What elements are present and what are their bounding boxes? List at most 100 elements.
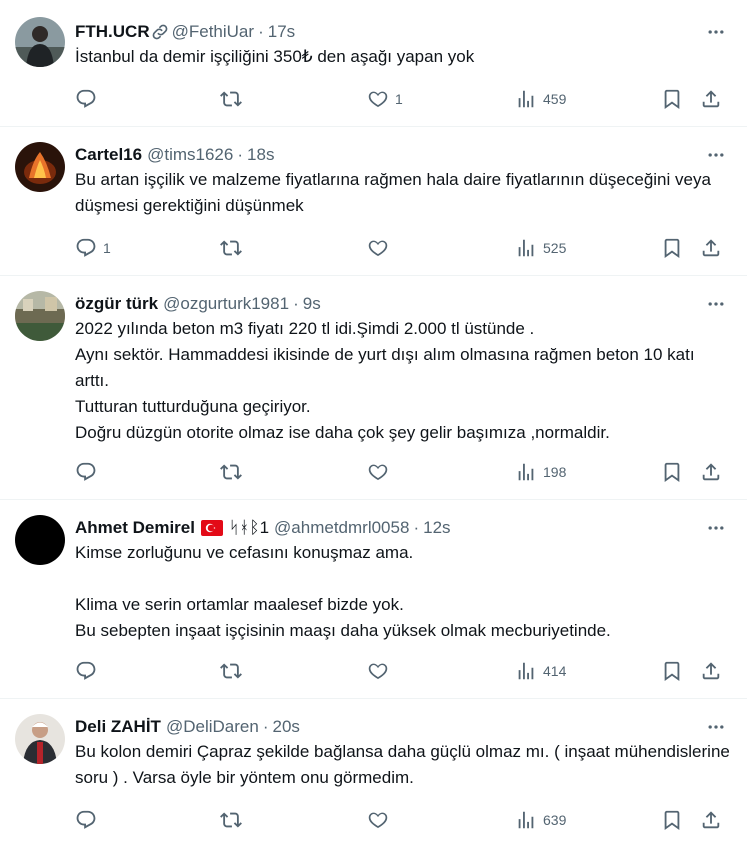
views-button[interactable]: 525 bbox=[515, 236, 566, 260]
display-name[interactable]: Ahmet Demirel bbox=[75, 518, 195, 538]
views-chart-icon bbox=[518, 90, 534, 108]
share-button[interactable] bbox=[700, 87, 722, 111]
share-button[interactable] bbox=[700, 808, 722, 832]
handle[interactable]: @tims1626 bbox=[147, 145, 233, 165]
view-count: 525 bbox=[543, 240, 567, 256]
avatar[interactable] bbox=[15, 142, 65, 192]
view-count: 198 bbox=[543, 464, 567, 480]
reply-button[interactable] bbox=[75, 460, 103, 484]
timestamp[interactable]: 17s bbox=[268, 22, 295, 42]
reply-icon bbox=[76, 89, 96, 108]
more-dots-icon[interactable] bbox=[701, 517, 731, 539]
handle[interactable]: @ahmetdmrl0058 bbox=[274, 518, 409, 538]
like-button[interactable] bbox=[367, 460, 395, 484]
more-dots-icon[interactable] bbox=[701, 21, 731, 43]
handle[interactable]: @DeliDaren bbox=[166, 717, 259, 737]
views-button[interactable]: 198 bbox=[515, 460, 566, 484]
retweet-button[interactable] bbox=[220, 460, 242, 484]
separator: · bbox=[237, 145, 244, 164]
display-name[interactable]: FTH.UCR bbox=[75, 22, 150, 42]
reply-count: 1 bbox=[103, 240, 111, 256]
tweet[interactable]: Deli ZAHİT @DeliDaren · 20s Bu kolon dem… bbox=[0, 699, 747, 846]
views-button[interactable]: 414 bbox=[515, 659, 566, 683]
retweet-button[interactable] bbox=[220, 236, 242, 260]
share-icon bbox=[702, 90, 720, 108]
bookmark-button[interactable] bbox=[661, 87, 683, 111]
bookmark-icon bbox=[664, 810, 680, 831]
like-button[interactable] bbox=[367, 236, 395, 260]
views-chart-icon bbox=[518, 662, 534, 680]
avatar[interactable] bbox=[15, 714, 65, 764]
view-count: 459 bbox=[543, 91, 567, 107]
bookmark-button[interactable] bbox=[661, 460, 683, 484]
share-icon bbox=[702, 662, 720, 680]
bookmark-button[interactable] bbox=[661, 236, 683, 260]
bookmark-button[interactable] bbox=[661, 659, 683, 683]
heart-icon bbox=[368, 91, 388, 108]
share-icon bbox=[702, 239, 720, 257]
bookmark-icon bbox=[664, 462, 680, 483]
reply-button[interactable] bbox=[75, 87, 103, 111]
more-dots-icon[interactable] bbox=[701, 144, 731, 166]
views-chart-icon bbox=[518, 239, 534, 257]
share-button[interactable] bbox=[700, 460, 722, 484]
views-chart-icon bbox=[518, 811, 534, 829]
views-chart-icon bbox=[518, 463, 534, 481]
tweet[interactable]: Cartel16 @tims1626 · 18s Bu artan işçili… bbox=[0, 127, 747, 276]
reply-icon bbox=[76, 238, 96, 257]
handle[interactable]: @ozgurturk1981 bbox=[163, 294, 289, 314]
reply-button[interactable] bbox=[75, 659, 103, 683]
avatar[interactable] bbox=[15, 291, 65, 341]
display-name[interactable]: Deli ZAHİT bbox=[75, 717, 161, 737]
reply-button[interactable] bbox=[75, 808, 103, 832]
retweet-button[interactable] bbox=[220, 659, 242, 683]
timestamp[interactable]: 20s bbox=[272, 717, 299, 737]
display-name[interactable]: Cartel16 bbox=[75, 145, 142, 165]
heart-icon bbox=[368, 240, 388, 257]
heart-icon bbox=[368, 464, 388, 481]
reply-button[interactable]: 1 bbox=[75, 236, 111, 260]
retweet-icon bbox=[220, 464, 242, 480]
view-count: 414 bbox=[543, 663, 567, 679]
turkey-flag-icon bbox=[200, 520, 223, 536]
like-button[interactable] bbox=[367, 659, 395, 683]
share-icon bbox=[702, 811, 720, 829]
tweet-text: 2022 yılında beton m3 fiyatı 220 tl idi.… bbox=[75, 319, 695, 442]
tweet-text: İstanbul da demir işçiliğini 350₺ den aş… bbox=[75, 47, 475, 66]
views-button[interactable]: 639 bbox=[515, 808, 566, 832]
retweet-icon bbox=[220, 812, 242, 828]
bookmark-icon bbox=[664, 238, 680, 259]
tweet[interactable]: Ahmet Demirel ᛋᚼᛒ1 @ahmetdmrl0058 · 12s … bbox=[0, 500, 747, 699]
tweet[interactable]: özgür türk @ozgurturk1981 · 9s 2022 yılı… bbox=[0, 276, 747, 500]
like-button[interactable] bbox=[367, 808, 395, 832]
retweet-button[interactable] bbox=[220, 808, 242, 832]
bookmark-icon bbox=[664, 661, 680, 682]
avatar[interactable] bbox=[15, 17, 65, 67]
handle[interactable]: @FethiUar bbox=[172, 22, 254, 42]
retweet-button[interactable] bbox=[220, 87, 242, 111]
heart-icon bbox=[368, 663, 388, 680]
timestamp[interactable]: 12s bbox=[423, 518, 450, 538]
retweet-icon bbox=[220, 240, 242, 256]
views-button[interactable]: 459 bbox=[515, 87, 566, 111]
more-dots-icon[interactable] bbox=[701, 293, 731, 315]
like-count: 1 bbox=[395, 91, 403, 107]
bookmark-button[interactable] bbox=[661, 808, 683, 832]
reply-icon bbox=[76, 462, 96, 481]
reply-icon bbox=[76, 661, 96, 680]
like-button[interactable]: 1 bbox=[367, 87, 403, 111]
separator: · bbox=[262, 717, 269, 736]
tweet-text: Bu kolon demiri Çapraz şekilde bağlansa … bbox=[75, 742, 735, 787]
link-icon bbox=[152, 24, 167, 40]
tweet-text: Bu artan işçilik ve malzeme fiyatlarına … bbox=[75, 170, 716, 215]
tweet[interactable]: FTH.UCR @FethiUar · 17s İstanbul da demi… bbox=[0, 0, 747, 127]
share-button[interactable] bbox=[700, 659, 722, 683]
retweet-icon bbox=[220, 663, 242, 679]
avatar[interactable] bbox=[15, 515, 65, 565]
timestamp[interactable]: 9s bbox=[303, 294, 321, 314]
display-name[interactable]: özgür türk bbox=[75, 294, 158, 314]
share-button[interactable] bbox=[700, 236, 722, 260]
reply-icon bbox=[76, 810, 96, 829]
timestamp[interactable]: 18s bbox=[247, 145, 274, 165]
more-dots-icon[interactable] bbox=[701, 716, 731, 738]
